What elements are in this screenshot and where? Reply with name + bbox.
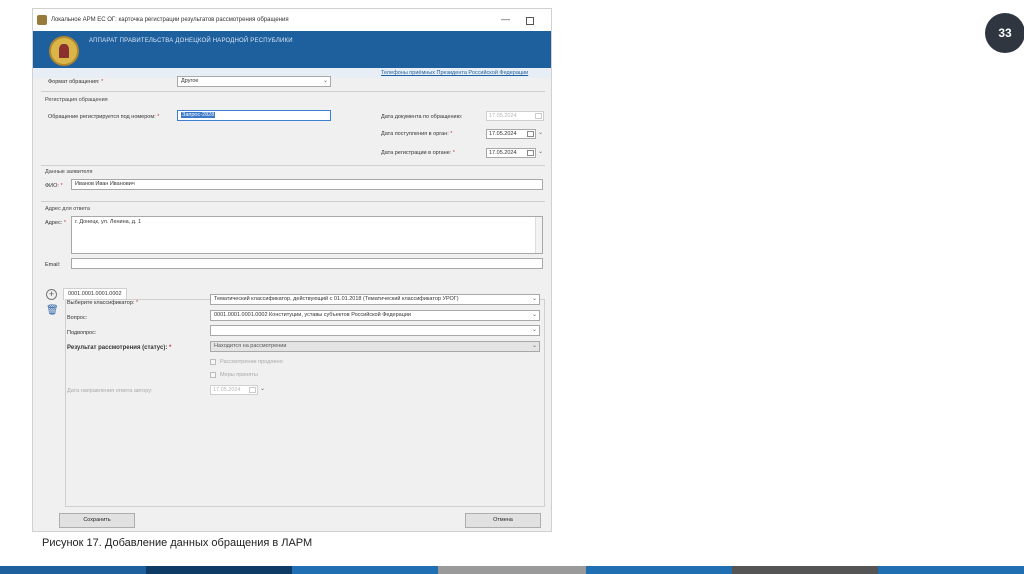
classifier-label: Выберите классификатор: * xyxy=(67,300,139,306)
reg-number-label: Обращение регистрируется под номером: * xyxy=(48,114,160,120)
chevron-down-icon: ⌄ xyxy=(531,327,537,333)
calendar-icon xyxy=(527,150,534,156)
chevron-down-icon: ⌄ xyxy=(531,312,537,318)
title-bar: Локальное АРМ ЕС ОГ: карточка регистраци… xyxy=(33,9,551,31)
reg-date-picker[interactable]: 17.05.2024 ⌄ xyxy=(486,148,543,158)
answer-date-label: Дата направления ответа автору: xyxy=(67,388,153,394)
address-section-title: Адрес для ответа xyxy=(45,206,90,212)
format-label: Формат обращения: * xyxy=(48,79,104,85)
banner-title: АППАРАТ ПРАВИТЕЛЬСТВА ДОНЕЦКОЙ НАРОДНОЙ … xyxy=(89,38,293,44)
fio-label: ФИО: * xyxy=(45,183,63,189)
measures-checkbox[interactable] xyxy=(210,372,216,378)
calendar-icon xyxy=(535,113,542,119)
fio-input[interactable]: Иванов Иван Иванович xyxy=(71,179,543,190)
add-circle-icon[interactable]: + xyxy=(46,289,57,300)
email-label: Email: xyxy=(45,262,61,268)
subquestion-label: Подвопрос: xyxy=(67,330,97,336)
scrollbar[interactable] xyxy=(535,217,542,253)
slide-number: 33 xyxy=(985,13,1024,53)
figure-caption: Рисунок 17. Добавление данных обращения … xyxy=(42,537,313,549)
trash-icon[interactable]: 🗑 xyxy=(46,306,59,316)
footer-stripe xyxy=(0,566,146,574)
app-emblem-icon xyxy=(37,15,47,25)
application-window: Локальное АРМ ЕС ОГ: карточка регистраци… xyxy=(32,8,552,532)
footer-stripe xyxy=(146,566,292,574)
address-label: Адрес: * xyxy=(45,220,66,226)
extended-checkbox-label: Рассмотрение продлено xyxy=(220,359,283,365)
footer-stripe xyxy=(878,566,1024,574)
chevron-down-icon: ⌄ xyxy=(537,130,543,136)
chevron-down-icon: ⌄ xyxy=(322,78,328,84)
maximize-icon[interactable] xyxy=(526,17,534,25)
email-input[interactable] xyxy=(71,258,543,269)
doc-date-picker[interactable]: 17.05.2024 xyxy=(486,111,544,121)
cancel-button[interactable]: Отмена xyxy=(465,513,541,528)
calendar-icon xyxy=(527,131,534,137)
received-date-label: Дата поступления в орган: * xyxy=(381,131,453,137)
header-banner: АППАРАТ ПРАВИТЕЛЬСТВА ДОНЕЦКОЙ НАРОДНОЙ … xyxy=(33,31,551,78)
chevron-down-icon: ⌄ xyxy=(531,343,537,349)
reg-number-input[interactable]: Запрос-2828 xyxy=(177,110,331,121)
window-title: Локальное АРМ ЕС ОГ: карточка регистраци… xyxy=(51,17,289,23)
save-button[interactable]: Сохранить xyxy=(59,513,135,528)
divider xyxy=(41,165,545,166)
question-select[interactable]: 0001.0001.0001.0002 Конституции, уставы … xyxy=(210,310,540,321)
measures-checkbox-label: Меры приняты xyxy=(220,372,258,378)
divider xyxy=(41,201,545,202)
chevron-down-icon: ⌄ xyxy=(537,149,543,155)
footer-stripe xyxy=(586,566,732,574)
footer-stripe xyxy=(438,566,586,574)
doc-date-label: Дата документа по обращению: xyxy=(381,114,463,120)
classifier-select[interactable]: Тематический классификатор, действующий … xyxy=(210,294,540,305)
footer-stripe xyxy=(732,566,878,574)
minimize-icon[interactable]: — xyxy=(501,15,510,24)
coat-of-arms-icon xyxy=(49,36,79,66)
registration-section-title: Регистрация обращения xyxy=(45,97,108,103)
answer-date-picker[interactable]: 17.05.2024 ⌄ xyxy=(210,385,265,395)
applicant-section-title: Данные заявителя xyxy=(45,169,93,175)
format-select[interactable]: Другое ⌄ xyxy=(177,76,331,87)
calendar-icon xyxy=(249,387,256,393)
result-status-select[interactable]: Находится на рассмотрении ⌄ xyxy=(210,341,540,352)
received-date-picker[interactable]: 17.05.2024 ⌄ xyxy=(486,129,543,139)
address-textarea[interactable]: г. Донецк, ул. Ленина, д. 1 xyxy=(71,216,543,254)
chevron-down-icon: ⌄ xyxy=(531,296,537,302)
extended-checkbox[interactable] xyxy=(210,359,216,365)
question-label: Вопрос: xyxy=(67,315,88,321)
subquestion-select[interactable]: ⌄ xyxy=(210,325,540,336)
chevron-down-icon: ⌄ xyxy=(259,386,265,392)
divider xyxy=(41,91,545,92)
president-phones-link[interactable]: Телефоны приёмных Президента Российской … xyxy=(381,70,528,76)
result-status-label: Результат рассмотрения (статус): * xyxy=(67,345,172,351)
footer-stripe xyxy=(292,566,438,574)
reg-date-label: Дата регистрации в органе: * xyxy=(381,150,455,156)
